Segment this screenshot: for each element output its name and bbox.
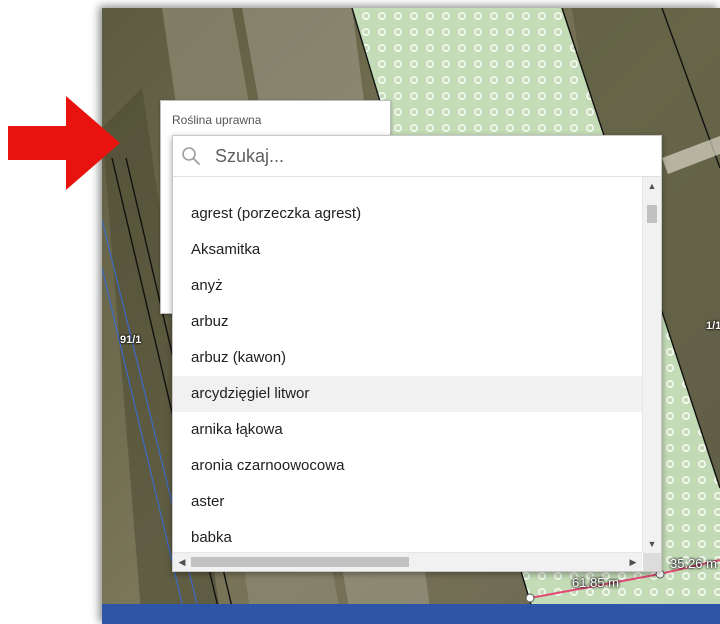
list-item[interactable]: babka: [173, 520, 642, 553]
list-item[interactable]: aronia czarnoowocowa: [173, 448, 642, 484]
scroll-down-icon[interactable]: ▼: [643, 537, 661, 551]
scroll-left-icon[interactable]: ◀: [175, 553, 189, 571]
measure-label-2: 35.26 m: [670, 556, 717, 571]
crop-dropdown[interactable]: agrest (porzeczka agrest) Aksamitka anyż…: [172, 135, 662, 572]
search-input[interactable]: [215, 142, 645, 170]
scroll-up-icon[interactable]: ▲: [643, 179, 661, 193]
red-arrow-icon: [8, 96, 120, 190]
horizontal-scrollbar[interactable]: ◀ ▶: [173, 552, 642, 571]
list-item[interactable]: aster: [173, 484, 642, 520]
crop-field-label: Roślina uprawna: [172, 113, 262, 127]
bottom-bar: [102, 604, 720, 624]
list-item[interactable]: arbuz (kawon): [173, 340, 642, 376]
measure-label-1: 61.85 m: [572, 575, 619, 590]
parcel-label-left: 91/1: [120, 334, 142, 346]
vertical-scrollbar[interactable]: ▲ ▼: [642, 177, 661, 553]
list-item[interactable]: arnika łąkowa: [173, 412, 642, 448]
map-view[interactable]: 91/1 1/1 61.85 m 35.26 m Roślina uprawna…: [102, 8, 720, 624]
horizontal-scroll-thumb[interactable]: [191, 557, 409, 567]
list-item[interactable]: arbuz: [173, 304, 642, 340]
vertical-scroll-thumb[interactable]: [647, 205, 657, 223]
option-list: agrest (porzeczka agrest) Aksamitka anyż…: [173, 196, 642, 553]
scrollbar-corner: [643, 553, 661, 571]
option-list-viewport: agrest (porzeczka agrest) Aksamitka anyż…: [173, 177, 642, 553]
list-item-hovered[interactable]: arcydzięgiel litwor: [173, 376, 642, 412]
parcel-label-right: 1/1: [706, 320, 720, 332]
search-row: [173, 136, 661, 177]
search-icon: [182, 147, 200, 165]
scroll-right-icon[interactable]: ▶: [626, 553, 640, 571]
list-item[interactable]: anyż: [173, 268, 642, 304]
list-item[interactable]: agrest (porzeczka agrest): [173, 196, 642, 232]
list-item[interactable]: Aksamitka: [173, 232, 642, 268]
